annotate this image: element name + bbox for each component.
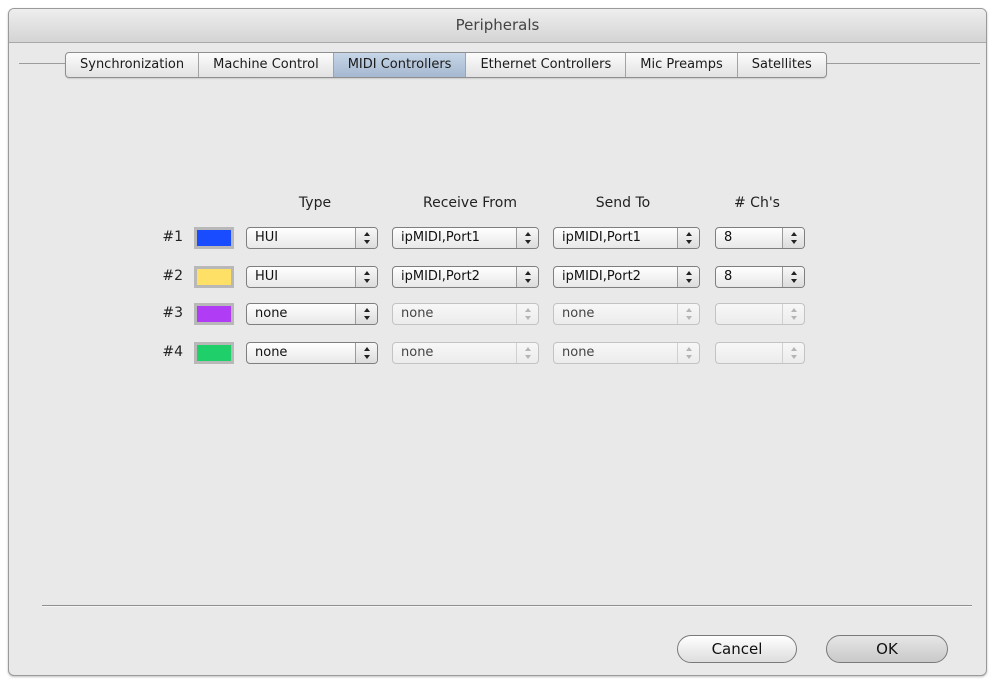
type-select-4[interactable]: none	[246, 342, 378, 364]
updown-arrows-icon	[782, 304, 804, 324]
color-swatch-3[interactable]	[194, 303, 234, 325]
send-to-select-2[interactable]: ipMIDI,Port2	[553, 266, 700, 288]
type-select-value: none	[255, 345, 288, 360]
updown-arrows-icon	[677, 267, 699, 287]
color-swatch-2[interactable]	[194, 266, 234, 288]
color-swatch-1[interactable]	[194, 227, 234, 249]
updown-arrows-icon	[677, 228, 699, 248]
tab-mic-preamps[interactable]: Mic Preamps	[626, 53, 738, 77]
type-select-value: HUI	[255, 269, 279, 284]
updown-arrows-icon	[677, 304, 699, 324]
column-header-receive-from: Receive From	[423, 195, 517, 211]
updown-arrows-icon	[782, 228, 804, 248]
send-to-select-3[interactable]: none	[553, 303, 700, 325]
send-to-select-4[interactable]: none	[553, 342, 700, 364]
updown-arrows-icon	[355, 343, 377, 363]
type-select-value: none	[255, 306, 288, 321]
receive-from-select-2[interactable]: ipMIDI,Port2	[392, 266, 539, 288]
window-title: Peripherals	[9, 9, 986, 43]
controller-label-3: #3	[162, 305, 183, 321]
tab-ethernet-controllers[interactable]: Ethernet Controllers	[466, 53, 627, 77]
receive-from-select-4[interactable]: none	[392, 342, 539, 364]
send-to-select-value: ipMIDI,Port2	[562, 269, 641, 284]
channels-select-1[interactable]: 8	[715, 227, 805, 249]
updown-arrows-icon	[516, 228, 538, 248]
column-header-type: Type	[298, 195, 332, 211]
receive-from-select-value: ipMIDI,Port2	[401, 269, 480, 284]
tab-midi-controllers[interactable]: MIDI Controllers	[333, 53, 467, 77]
updown-arrows-icon	[677, 343, 699, 363]
tab-machine-control[interactable]: Machine Control	[199, 53, 334, 77]
controller-label-2: #2	[162, 268, 183, 284]
color-swatch-4[interactable]	[194, 342, 234, 364]
send-to-select-value: none	[562, 345, 595, 360]
receive-from-select-value: none	[401, 345, 434, 360]
channels-select-3[interactable]	[715, 303, 805, 325]
updown-arrows-icon	[516, 267, 538, 287]
receive-from-select-value: ipMIDI,Port1	[401, 230, 480, 245]
send-to-select-value: none	[562, 306, 595, 321]
controller-label-1: #1	[162, 229, 183, 245]
column-header-send-to: Send To	[595, 195, 651, 211]
send-to-select-value: ipMIDI,Port1	[562, 230, 641, 245]
tab-bar: Synchronization Machine Control MIDI Con…	[65, 52, 827, 78]
send-to-select-1[interactable]: ipMIDI,Port1	[553, 227, 700, 249]
type-select-1[interactable]: HUI	[246, 227, 378, 249]
updown-arrows-icon	[782, 267, 804, 287]
peripherals-window: Peripherals Synchronization Machine Cont…	[8, 8, 987, 676]
receive-from-select-value: none	[401, 306, 434, 321]
tab-synchronization[interactable]: Synchronization	[66, 53, 200, 77]
updown-arrows-icon	[782, 343, 804, 363]
updown-arrows-icon	[355, 228, 377, 248]
channels-select-value: 8	[724, 269, 733, 284]
updown-arrows-icon	[516, 304, 538, 324]
channels-select-value: 8	[724, 230, 733, 245]
type-select-2[interactable]: HUI	[246, 266, 378, 288]
updown-arrows-icon	[516, 343, 538, 363]
column-header-channels: # Ch's	[734, 195, 780, 211]
button-separator	[42, 605, 972, 607]
type-select-value: HUI	[255, 230, 279, 245]
updown-arrows-icon	[355, 304, 377, 324]
tab-satellites[interactable]: Satellites	[738, 53, 826, 77]
ok-button[interactable]: OK	[826, 635, 948, 663]
updown-arrows-icon	[355, 267, 377, 287]
type-select-3[interactable]: none	[246, 303, 378, 325]
controller-label-4: #4	[162, 344, 183, 360]
channels-select-2[interactable]: 8	[715, 266, 805, 288]
cancel-button[interactable]: Cancel	[677, 635, 797, 663]
channels-select-4[interactable]	[715, 342, 805, 364]
receive-from-select-3[interactable]: none	[392, 303, 539, 325]
receive-from-select-1[interactable]: ipMIDI,Port1	[392, 227, 539, 249]
